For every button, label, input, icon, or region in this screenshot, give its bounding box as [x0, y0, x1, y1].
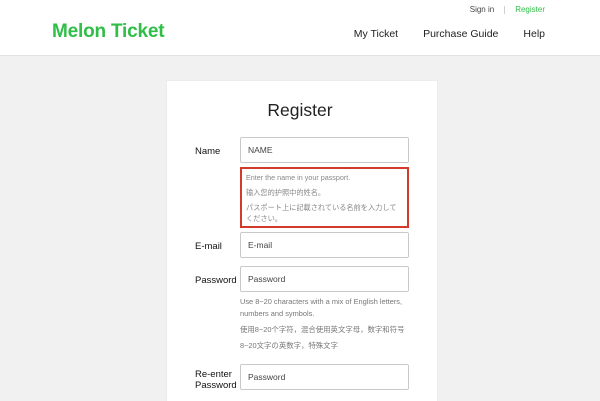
- register-link[interactable]: Register: [515, 5, 545, 14]
- logo-text: Melon Ticket: [52, 21, 165, 42]
- utility-divider: [504, 5, 506, 14]
- email-label: E-mail: [195, 241, 222, 252]
- name-notice-zh: 输入您的护照中的姓名。: [246, 188, 326, 197]
- password-hint-zh: 使用8~20个字符，混合使用英文字母，数字和符号: [240, 325, 405, 334]
- main-nav: My Ticket Purchase Guide Help: [329, 28, 545, 40]
- reenter-label-line1: Re-enter: [195, 369, 232, 380]
- password-hint: Use 8~20 characters with a mix of Englis…: [240, 296, 430, 356]
- name-notice-ja: パスポート上に記載されている名前を入力してください。: [246, 203, 397, 223]
- password-hint-en: Use 8~20 characters with a mix of Englis…: [240, 297, 403, 318]
- reenter-password-label: Re-enter Password: [195, 369, 237, 391]
- password-label: Password: [195, 275, 237, 286]
- utility-links: Sign in Register: [470, 5, 545, 14]
- email-input[interactable]: [240, 232, 409, 258]
- password-input[interactable]: [240, 266, 409, 292]
- name-input[interactable]: [240, 137, 409, 163]
- page-title: Register: [267, 100, 333, 120]
- melon-ticket-logo[interactable]: Melon Ticket: [52, 20, 165, 44]
- name-notice-en: Enter the name in your passport.: [246, 173, 351, 182]
- nav-help[interactable]: Help: [523, 28, 545, 40]
- nav-my-ticket[interactable]: My Ticket: [354, 28, 398, 40]
- name-label: Name: [195, 146, 221, 157]
- reenter-password-input[interactable]: [240, 364, 409, 390]
- name-notice-box: Enter the name in your passport. 输入您的护照中…: [240, 167, 409, 228]
- password-hint-ja: 8~20文字の英数字，特殊文字: [240, 341, 338, 350]
- signin-link[interactable]: Sign in: [470, 5, 494, 14]
- site-header: Melon Ticket Sign in Register My Ticket …: [0, 0, 600, 56]
- reenter-label-line2: Password: [195, 380, 237, 391]
- nav-purchase-guide[interactable]: Purchase Guide: [423, 28, 498, 40]
